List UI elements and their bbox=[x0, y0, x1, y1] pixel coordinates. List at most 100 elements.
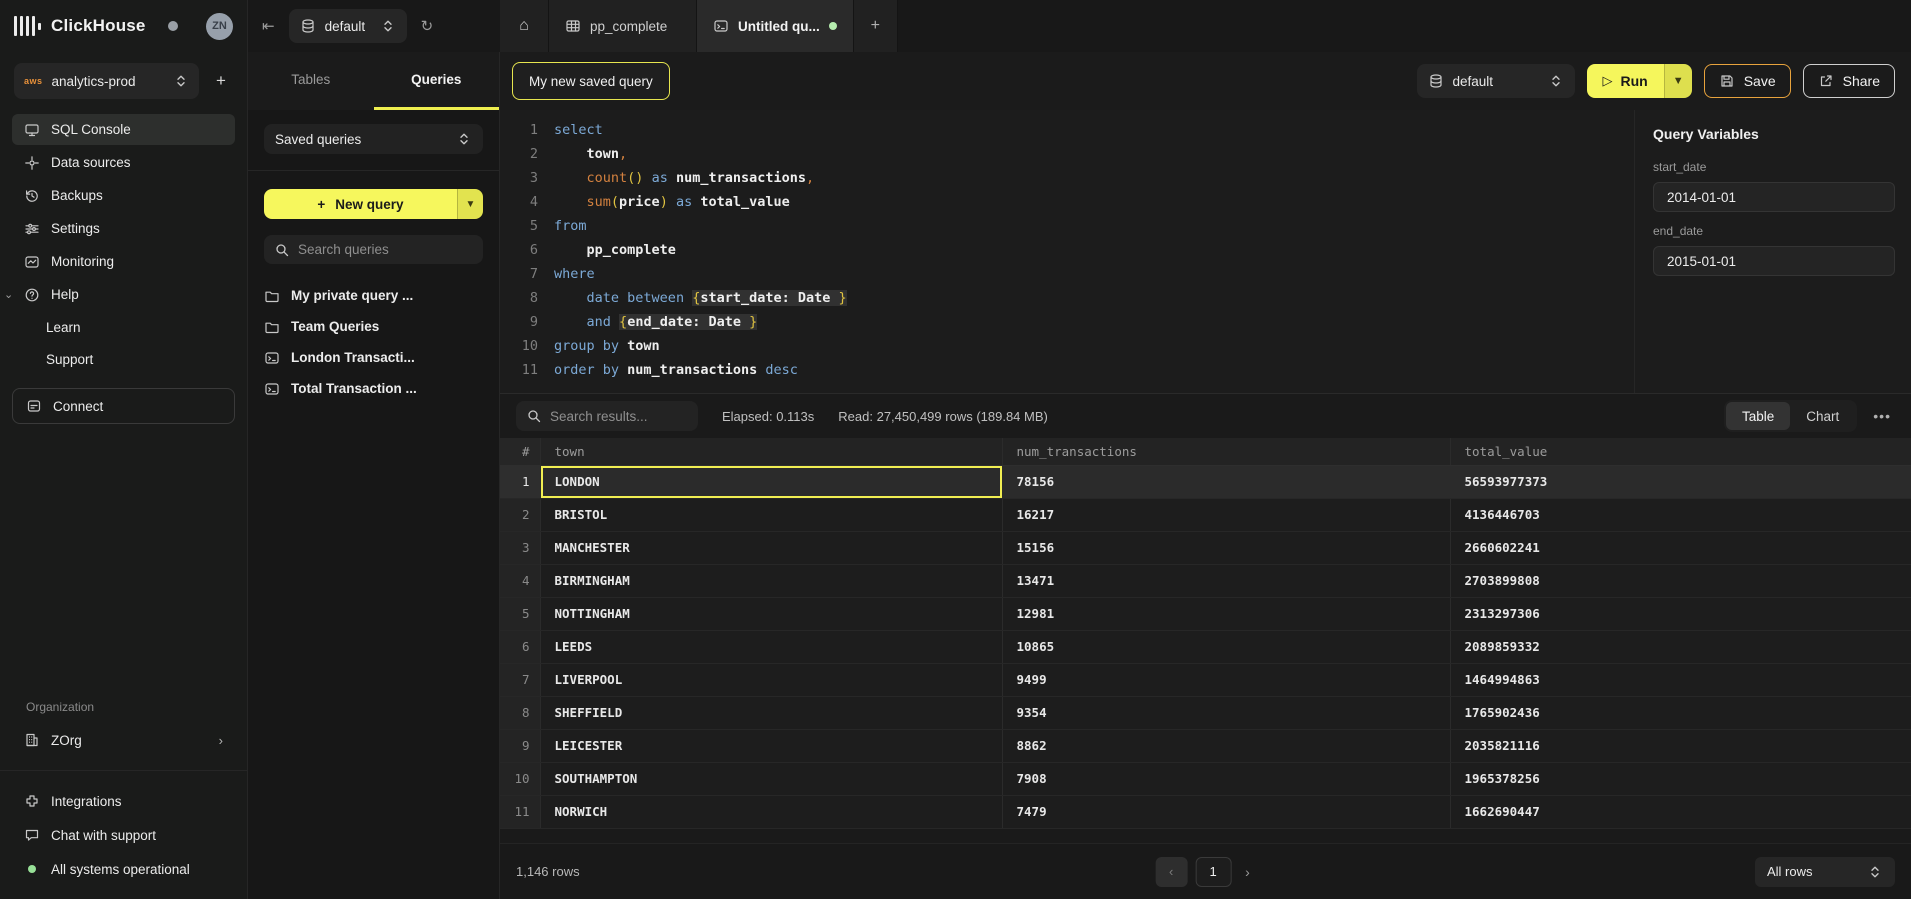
cell-total-value[interactable]: 2703899808 bbox=[1450, 564, 1911, 597]
saved-query-item-total-transaction[interactable]: Total Transaction ... bbox=[264, 373, 483, 404]
cell-num-transactions[interactable]: 7908 bbox=[1002, 762, 1450, 795]
sidebar-subitem-learn[interactable]: Learn bbox=[12, 312, 235, 342]
cell-total-value[interactable]: 2660602241 bbox=[1450, 531, 1911, 564]
column-header-total-value[interactable]: total_value bbox=[1450, 438, 1911, 465]
editor-tab-pp-complete[interactable]: pp_complete bbox=[549, 0, 697, 52]
view-tab-table[interactable]: Table bbox=[1726, 402, 1790, 430]
collapse-sidebar-icon[interactable]: ⇤ bbox=[262, 17, 275, 35]
sidebar-footer-chat-with-support[interactable]: Chat with support bbox=[12, 819, 235, 851]
terminal-icon bbox=[713, 18, 729, 34]
home-tab[interactable]: ⌂ bbox=[500, 0, 549, 52]
cell-num-transactions[interactable]: 13471 bbox=[1002, 564, 1450, 597]
saved-query-item-team-queries[interactable]: Team Queries bbox=[264, 311, 483, 342]
search-results-input[interactable] bbox=[550, 409, 688, 424]
database-selector[interactable]: default bbox=[289, 9, 407, 43]
column-header-row-number[interactable]: # bbox=[500, 438, 540, 465]
history-icon bbox=[24, 188, 40, 204]
panel-tab-tables[interactable]: Tables bbox=[248, 52, 374, 110]
sidebar-item-help[interactable]: ⌄Help bbox=[12, 279, 235, 310]
sidebar-item-data-sources[interactable]: Data sources bbox=[12, 147, 235, 178]
add-service-button[interactable]: + bbox=[209, 71, 233, 91]
sidebar-footer-all-systems-operational[interactable]: All systems operational bbox=[12, 853, 235, 885]
share-button[interactable]: Share bbox=[1803, 64, 1895, 98]
run-button[interactable]: ▷ Run bbox=[1587, 64, 1664, 98]
cell-total-value[interactable]: 2035821116 bbox=[1450, 729, 1911, 762]
cell-total-value[interactable]: 56593977373 bbox=[1450, 465, 1911, 498]
cell-num-transactions[interactable]: 7479 bbox=[1002, 795, 1450, 828]
footer-item-label: All systems operational bbox=[51, 862, 190, 877]
run-database-label: default bbox=[1453, 74, 1539, 89]
saved-query-pill[interactable]: My new saved query bbox=[512, 62, 670, 100]
column-header-town[interactable]: town bbox=[540, 438, 1002, 465]
query-variables-panel: Query Variables start_dateend_date bbox=[1634, 110, 1911, 393]
cell-total-value[interactable]: 1464994863 bbox=[1450, 663, 1911, 696]
cell-num-transactions[interactable]: 16217 bbox=[1002, 498, 1450, 531]
notification-dot-icon[interactable] bbox=[168, 21, 178, 31]
line-number: 3 bbox=[514, 166, 538, 190]
code-line-5: 5from bbox=[514, 214, 1634, 238]
page-size-selector[interactable]: All rows bbox=[1755, 857, 1895, 887]
new-query-options-button[interactable]: ▼ bbox=[457, 189, 483, 219]
avatar[interactable]: ZN bbox=[206, 13, 233, 40]
new-tab-button[interactable]: + bbox=[854, 0, 898, 52]
refresh-icon[interactable]: ↻ bbox=[421, 17, 434, 35]
cell-town[interactable]: SHEFFIELD bbox=[540, 696, 1002, 729]
cell-num-transactions[interactable]: 12981 bbox=[1002, 597, 1450, 630]
cell-town[interactable]: NORWICH bbox=[540, 795, 1002, 828]
cell-town[interactable]: LEEDS bbox=[540, 630, 1002, 663]
prev-page-button[interactable]: ‹ bbox=[1155, 857, 1187, 887]
variable-input-start-date[interactable] bbox=[1653, 182, 1895, 212]
service-selector[interactable]: aws analytics-prod bbox=[14, 63, 199, 99]
sql-editor[interactable]: 1select2 town,3 count() as num_transacti… bbox=[500, 110, 1634, 393]
help-icon bbox=[24, 287, 40, 303]
cell-town[interactable]: BIRMINGHAM bbox=[540, 564, 1002, 597]
search-queries-input[interactable] bbox=[298, 242, 473, 257]
saved-query-item-my-private-query[interactable]: My private query ... bbox=[264, 280, 483, 311]
chevron-updown-icon bbox=[1548, 73, 1564, 89]
organization-item[interactable]: ZOrg › bbox=[12, 724, 235, 756]
view-tab-chart[interactable]: Chart bbox=[1790, 402, 1855, 430]
cell-town[interactable]: LIVERPOOL bbox=[540, 663, 1002, 696]
cell-num-transactions[interactable]: 78156 bbox=[1002, 465, 1450, 498]
sidebar-item-monitoring[interactable]: Monitoring bbox=[12, 246, 235, 277]
code-line-6: 6 pp_complete bbox=[514, 238, 1634, 262]
cell-town[interactable]: MANCHESTER bbox=[540, 531, 1002, 564]
variable-input-end-date[interactable] bbox=[1653, 246, 1895, 276]
cell-town[interactable]: NOTTINGHAM bbox=[540, 597, 1002, 630]
sidebar-subitem-support[interactable]: Support bbox=[12, 344, 235, 374]
cell-num-transactions[interactable]: 9499 bbox=[1002, 663, 1450, 696]
cell-town[interactable]: SOUTHAMPTON bbox=[540, 762, 1002, 795]
cell-total-value[interactable]: 1965378256 bbox=[1450, 762, 1911, 795]
current-page-button[interactable]: 1 bbox=[1195, 857, 1231, 887]
cell-total-value[interactable]: 1765902436 bbox=[1450, 696, 1911, 729]
sidebar-item-sql-console[interactable]: SQL Console bbox=[12, 114, 235, 145]
more-options-icon[interactable]: ••• bbox=[1869, 408, 1895, 424]
panel-tab-queries[interactable]: Queries bbox=[374, 52, 500, 110]
run-options-button[interactable]: ▼ bbox=[1664, 64, 1692, 98]
editor-tab-untitled-qu[interactable]: Untitled qu... bbox=[697, 0, 854, 52]
cell-total-value[interactable]: 2089859332 bbox=[1450, 630, 1911, 663]
cell-num-transactions[interactable]: 9354 bbox=[1002, 696, 1450, 729]
cell-town[interactable]: LEICESTER bbox=[540, 729, 1002, 762]
sidebar-item-settings[interactable]: Settings bbox=[12, 213, 235, 244]
connect-button[interactable]: Connect bbox=[12, 388, 235, 424]
cell-num-transactions[interactable]: 8862 bbox=[1002, 729, 1450, 762]
cell-town[interactable]: LONDON bbox=[540, 465, 1002, 498]
next-page-button[interactable]: › bbox=[1239, 864, 1256, 880]
cell-num-transactions[interactable]: 15156 bbox=[1002, 531, 1450, 564]
column-header-num-transactions[interactable]: num_transactions bbox=[1002, 438, 1450, 465]
chevron-down-icon[interactable]: ⌄ bbox=[4, 288, 13, 301]
save-button[interactable]: Save bbox=[1704, 64, 1791, 98]
cell-total-value[interactable]: 1662690447 bbox=[1450, 795, 1911, 828]
cell-total-value[interactable]: 4136446703 bbox=[1450, 498, 1911, 531]
sidebar-item-backups[interactable]: Backups bbox=[12, 180, 235, 211]
run-database-selector[interactable]: default bbox=[1417, 64, 1575, 98]
new-query-button[interactable]: + New query bbox=[264, 189, 457, 219]
cell-num-transactions[interactable]: 10865 bbox=[1002, 630, 1450, 663]
cell-total-value[interactable]: 2313297306 bbox=[1450, 597, 1911, 630]
sidebar-footer-integrations[interactable]: Integrations bbox=[12, 785, 235, 817]
cell-town[interactable]: BRISTOL bbox=[540, 498, 1002, 531]
queries-panel: Saved queries + New query ▼ bbox=[248, 110, 500, 899]
saved-query-item-london-transacti[interactable]: London Transacti... bbox=[264, 342, 483, 373]
saved-queries-selector[interactable]: Saved queries bbox=[264, 124, 483, 154]
